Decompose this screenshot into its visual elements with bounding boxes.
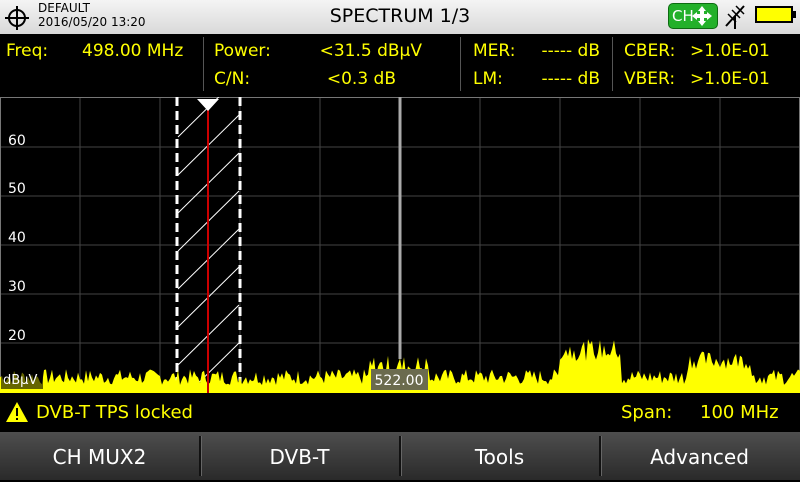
ch-navigate-button[interactable]: CH <box>668 3 718 29</box>
divider <box>612 37 613 91</box>
battery-icon <box>755 6 796 23</box>
softkey-bar: CH MUX2 DVB-T Tools Advanced <box>0 432 800 480</box>
mer-label: MER: <box>473 41 516 61</box>
softkey-ch-mux[interactable]: CH MUX2 <box>0 432 199 480</box>
span-value[interactable]: 100 MHz <box>700 402 779 423</box>
y-tick-label: 30 <box>8 279 26 295</box>
softkey-dvbt[interactable]: DVB-T <box>200 432 399 480</box>
y-tick-label: 20 <box>8 328 26 344</box>
power-label: Power: <box>214 41 271 61</box>
lm-value: ----- dB <box>541 69 600 89</box>
y-tick-label: 60 <box>8 133 26 149</box>
center-freq-label: 522.00 <box>375 373 424 389</box>
measurement-panel: Freq: 498.00 MHz Power: <31.5 dBµV C/N: … <box>0 35 800 95</box>
softkey-tools[interactable]: Tools <box>400 432 599 480</box>
top-bar: DEFAULT 2016/05/20 13:20 SPECTRUM 1/3 CH <box>0 0 800 34</box>
softkey-advanced[interactable]: Advanced <box>600 432 799 480</box>
unit-label: dBµV <box>3 373 37 388</box>
freq-value: 498.00 MHz <box>82 41 184 61</box>
status-message: DVB-T TPS locked <box>36 402 193 423</box>
divider <box>203 37 204 91</box>
divider <box>460 37 461 91</box>
y-tick-label: 50 <box>8 181 26 197</box>
power-value: <31.5 dBµV <box>319 41 422 61</box>
status-bar: DVB-T TPS locked Span: 100 MHz <box>0 395 800 430</box>
four-way-arrow-icon <box>692 6 712 26</box>
y-axis-labels: 60 50 40 30 20 <box>8 133 26 344</box>
span-label: Span: <box>621 402 673 423</box>
vber-label: VBER: <box>624 69 676 89</box>
warning-icon <box>6 402 28 422</box>
mer-value: ----- dB <box>541 41 600 61</box>
cber-label: CBER: <box>624 41 676 61</box>
y-tick-label: 40 <box>8 230 26 246</box>
cber-value: >1.0E-01 <box>690 41 770 61</box>
cn-value: <0.3 dB <box>326 69 396 89</box>
lm-label: LM: <box>473 69 503 89</box>
vber-value: >1.0E-01 <box>690 69 770 89</box>
spectrum-plot[interactable]: 60 50 40 30 20 dBµV 522.00 <box>0 97 800 393</box>
freq-label: Freq: <box>6 41 49 61</box>
cn-label: C/N: <box>214 69 251 89</box>
antenna-icon <box>725 5 745 29</box>
marker-triangle-icon[interactable] <box>197 99 219 111</box>
